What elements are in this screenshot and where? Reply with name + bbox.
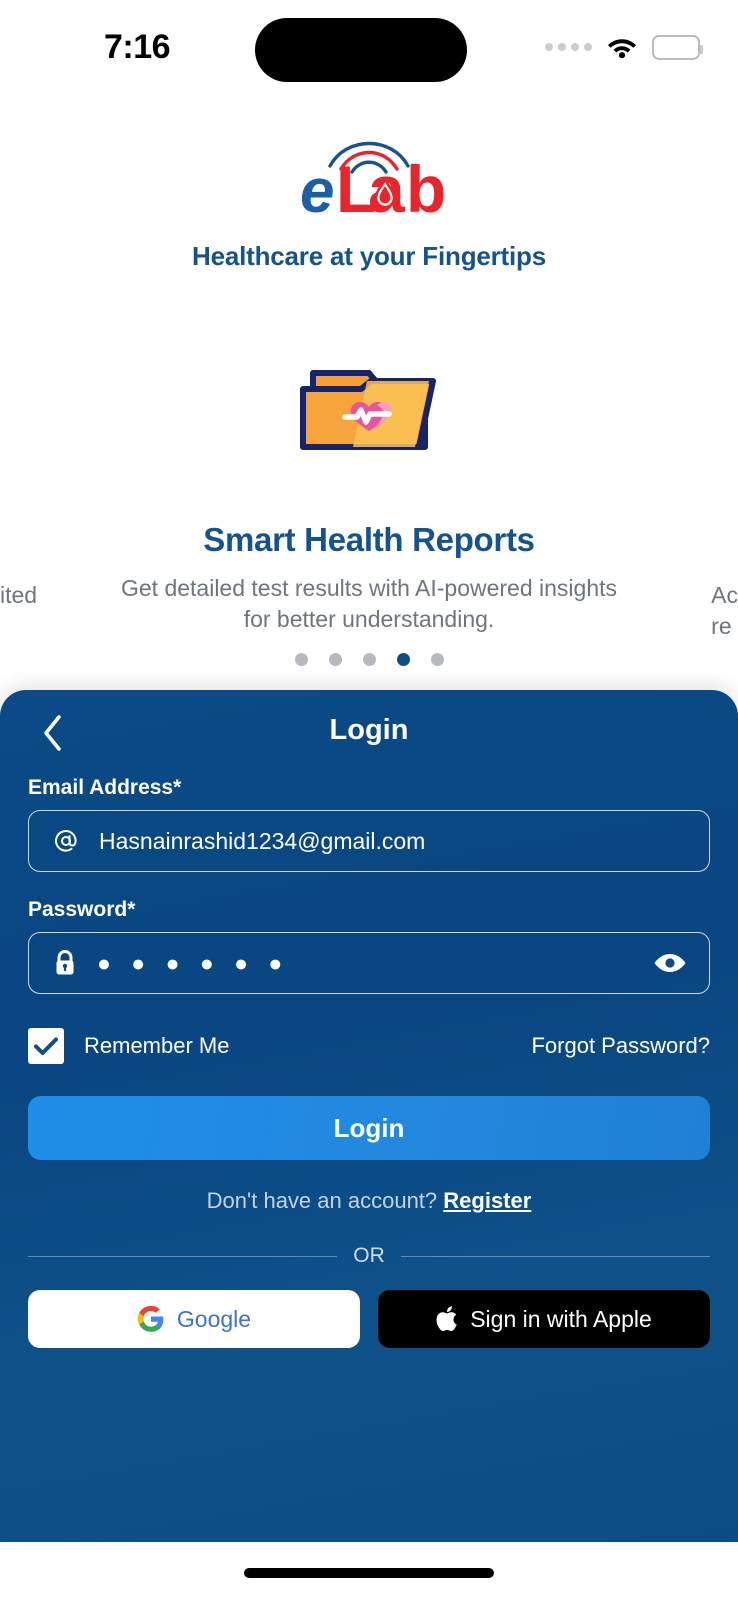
battery-icon bbox=[652, 34, 703, 60]
slide-title: Smart Health Reports bbox=[203, 521, 535, 558]
elab-logo: e L a b bbox=[284, 128, 454, 226]
divider-line-left bbox=[28, 1255, 338, 1257]
status-bar: 7:16 bbox=[0, 0, 738, 100]
google-signin-label: Google bbox=[176, 1305, 252, 1332]
pagination-dot-3[interactable] bbox=[362, 653, 376, 666]
home-indicator bbox=[244, 1568, 494, 1578]
register-prompt: Don't have an account? Register bbox=[28, 1188, 710, 1214]
login-sheet: Login Email Address* Hasnainrashid1234@g… bbox=[0, 690, 738, 1542]
divider-line-right bbox=[400, 1255, 710, 1257]
google-g-icon bbox=[137, 1305, 164, 1332]
wifi-icon bbox=[608, 39, 636, 59]
health-folder-icon bbox=[300, 370, 436, 450]
apple-signin-label: Sign in with Apple bbox=[470, 1305, 652, 1332]
svg-text:e: e bbox=[300, 157, 334, 220]
cellular-dots-icon bbox=[545, 43, 592, 51]
previous-slide-text[interactable]: ited bbox=[0, 580, 37, 611]
remember-row: Remember Me Forgot Password? bbox=[28, 1028, 710, 1064]
pagination-dot-2[interactable] bbox=[328, 653, 342, 666]
apple-logo-icon bbox=[436, 1306, 457, 1332]
dynamic-island bbox=[255, 18, 467, 82]
next-slide-line1: Ac bbox=[711, 582, 738, 608]
remember-me-control[interactable]: Remember Me bbox=[28, 1028, 229, 1064]
google-signin-button[interactable]: Google bbox=[28, 1290, 360, 1348]
svg-text:b: b bbox=[406, 152, 446, 220]
pagination-dot-1[interactable] bbox=[294, 653, 308, 666]
app-screen: 7:16 e L b Healthcare at your Fingertips… bbox=[0, 0, 738, 1600]
email-value: Hasnainrashid1234@gmail.com bbox=[99, 827, 426, 854]
social-login-row: Google Sign in with Apple bbox=[28, 1290, 710, 1348]
remember-me-checkbox[interactable] bbox=[28, 1028, 64, 1064]
or-divider: OR bbox=[28, 1244, 710, 1268]
at-sign-icon bbox=[55, 830, 77, 852]
email-field[interactable]: Hasnainrashid1234@gmail.com bbox=[28, 810, 710, 872]
elab-logo-icon: e L a b bbox=[300, 141, 446, 226]
register-prompt-text: Don't have an account? bbox=[206, 1188, 444, 1213]
carousel-pagination[interactable] bbox=[0, 653, 738, 666]
status-bar-indicators bbox=[545, 30, 703, 64]
slide-description: Get detailed test results with AI-powere… bbox=[120, 575, 618, 633]
page-title: Login bbox=[329, 714, 409, 746]
password-field[interactable]: ● ● ● ● ● ● bbox=[28, 932, 710, 994]
remember-me-label: Remember Me bbox=[84, 1033, 230, 1058]
login-header: Login bbox=[28, 690, 710, 776]
lock-icon bbox=[56, 950, 74, 975]
next-slide-line2: re bbox=[711, 613, 732, 640]
status-bar-time: 7:16 bbox=[104, 28, 171, 66]
next-slide-text[interactable]: Ac re bbox=[711, 580, 738, 642]
checkmark-icon bbox=[34, 1037, 58, 1055]
brand-tagline: Healthcare at your Fingertips bbox=[192, 241, 546, 271]
apple-signin-button[interactable]: Sign in with Apple bbox=[378, 1290, 710, 1348]
divider-label: OR bbox=[353, 1244, 385, 1267]
pagination-dot-5[interactable] bbox=[430, 653, 444, 666]
forgot-password-link[interactable]: Forgot Password? bbox=[531, 1033, 710, 1059]
password-value: ● ● ● ● ● ● bbox=[97, 949, 290, 976]
register-link[interactable]: Register bbox=[443, 1188, 531, 1213]
onboarding-carousel[interactable]: Smart Health Reports Get detailed test r… bbox=[0, 355, 738, 666]
password-label: Password* bbox=[28, 898, 136, 921]
brand-header: e L a b Healthcare at your Fingertips bbox=[0, 128, 738, 272]
login-submit-button[interactable]: Login bbox=[28, 1096, 710, 1160]
eye-icon[interactable] bbox=[653, 951, 687, 975]
pagination-dot-4-active[interactable] bbox=[396, 653, 410, 666]
email-label: Email Address* bbox=[28, 776, 182, 799]
